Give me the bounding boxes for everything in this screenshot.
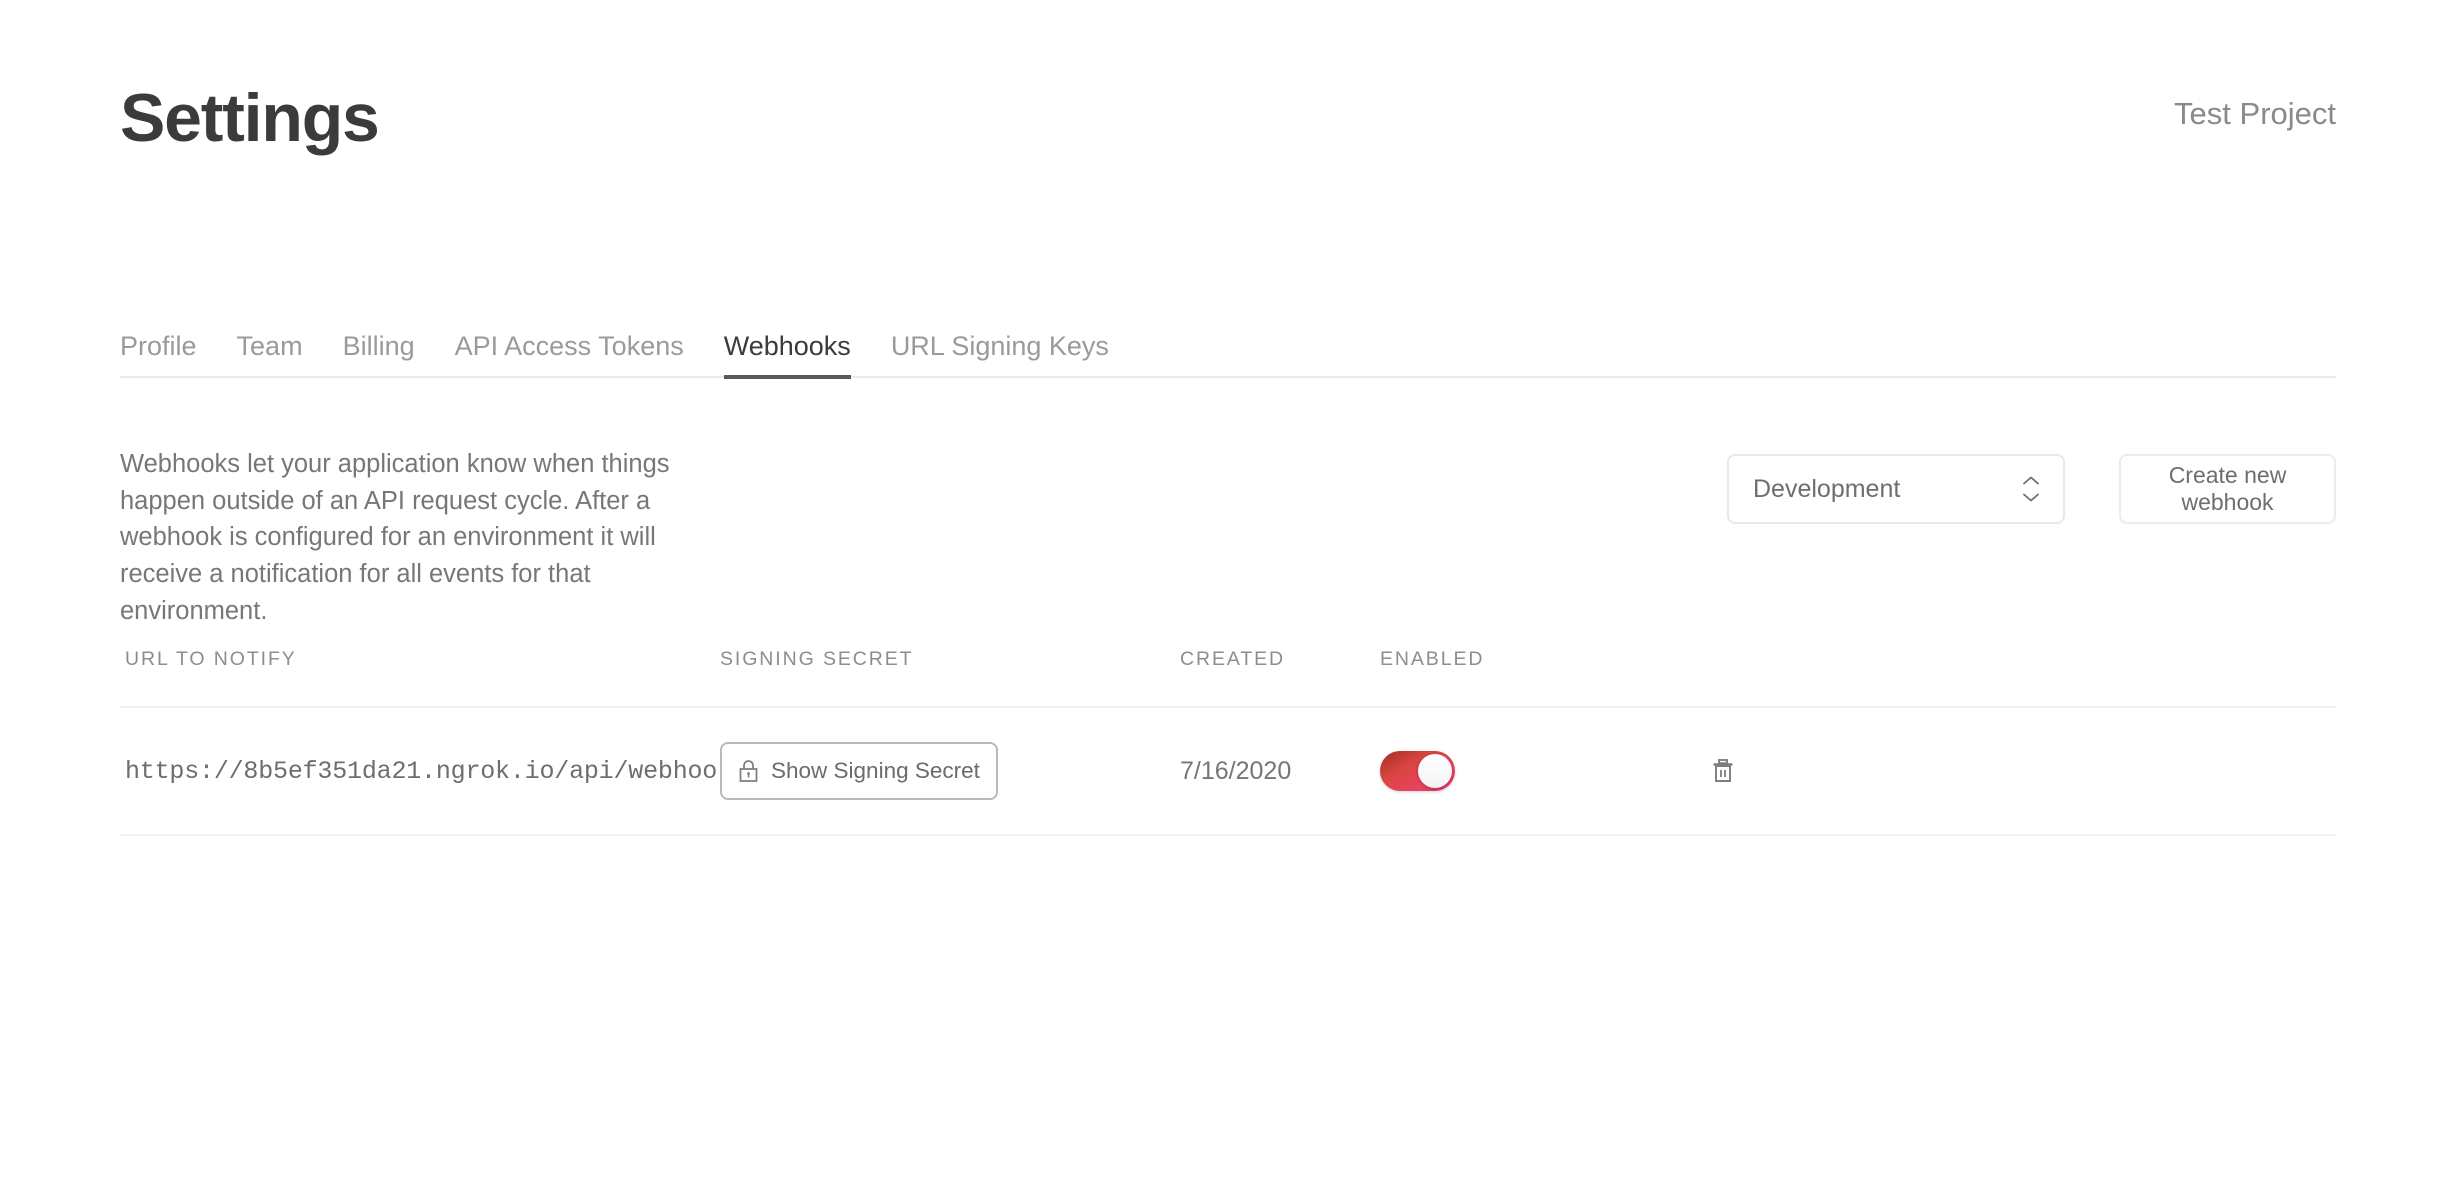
column-header-url: URL TO NOTIFY: [125, 648, 297, 670]
tab-billing[interactable]: Billing: [343, 333, 415, 376]
webhook-enabled-toggle[interactable]: [1380, 751, 1455, 791]
toggle-knob: [1418, 754, 1452, 788]
webhooks-controls: Development Create new webhook: [1727, 446, 2336, 524]
tab-url-signing-keys[interactable]: URL Signing Keys: [891, 333, 1109, 376]
page-header: Settings Test Project: [120, 0, 2336, 220]
page-title: Settings: [120, 80, 380, 156]
webhook-secret-cell: Show Signing Secret: [720, 742, 1180, 800]
show-signing-secret-label: Show Signing Secret: [771, 758, 980, 783]
webhook-enabled-cell: [1380, 751, 1595, 791]
column-header-secret: SIGNING SECRET: [720, 648, 914, 670]
chevron-up-down-icon: [2021, 476, 2041, 503]
show-signing-secret-button[interactable]: Show Signing Secret: [720, 742, 998, 800]
project-name: Test Project: [2174, 96, 2336, 131]
column-header-enabled: ENABLED: [1380, 648, 1485, 670]
webhooks-intro: Webhooks let your application know when …: [120, 446, 2336, 625]
table-row: https://8b5ef351da21.ngrok.io/api/webhoo…: [120, 708, 2336, 836]
delete-webhook-button[interactable]: [1711, 758, 1735, 784]
webhook-actions-cell: [1595, 758, 1755, 784]
tab-team[interactable]: Team: [237, 333, 303, 376]
tab-webhooks[interactable]: Webhooks: [723, 333, 851, 379]
webhook-created-cell: 7/16/2020: [1180, 757, 1380, 786]
webhook-url-cell: https://8b5ef351da21.ngrok.io/api/webhoo…: [120, 757, 806, 786]
settings-page: Settings Test Project Profile Team Billi…: [0, 0, 2456, 1196]
environment-select-value: Development: [1753, 474, 1901, 503]
webhooks-table: URL TO NOTIFY SIGNING SECRET CREATED ENA…: [120, 648, 2336, 836]
lock-icon: [738, 759, 759, 783]
tab-api-access-tokens[interactable]: API Access Tokens: [455, 333, 684, 376]
trash-icon: [1711, 759, 1735, 787]
create-new-webhook-button[interactable]: Create new webhook: [2119, 454, 2336, 524]
table-header-row: URL TO NOTIFY SIGNING SECRET CREATED ENA…: [120, 648, 2336, 708]
webhooks-description: Webhooks let your application know when …: [120, 450, 670, 625]
settings-tabs: Profile Team Billing API Access Tokens W…: [120, 320, 2336, 379]
environment-select[interactable]: Development: [1727, 454, 2065, 524]
tab-profile[interactable]: Profile: [120, 333, 197, 376]
column-header-created: CREATED: [1180, 648, 1286, 670]
webhook-created-date: 7/16/2020: [1180, 756, 1292, 785]
webhook-url: https://8b5ef351da21.ngrok.io/api/webhoo…: [125, 756, 806, 786]
